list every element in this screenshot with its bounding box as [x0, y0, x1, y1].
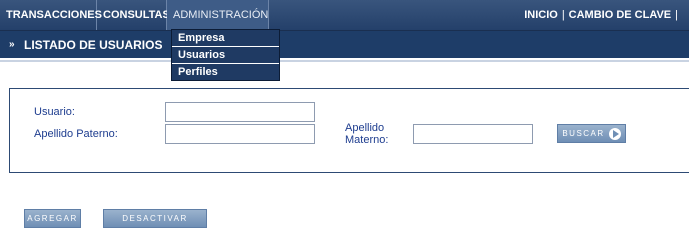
- usuario-input[interactable]: [165, 102, 315, 122]
- top-navigation-bar: TRANSACCIONES CONSULTAS ADMINISTRACIÓN I…: [0, 0, 689, 31]
- link-separator: |: [561, 9, 565, 21]
- desactivar-button[interactable]: DESACTIVAR: [103, 209, 207, 228]
- buscar-label: BUSCAR: [562, 129, 605, 138]
- administracion-dropdown-menu: Empresa Usuarios Perfiles: [171, 29, 280, 81]
- inicio-link[interactable]: INICIO: [524, 9, 558, 21]
- nav-consultas[interactable]: CONSULTAS: [97, 0, 170, 30]
- double-arrow-icon: »: [9, 39, 15, 50]
- buscar-button[interactable]: BUSCAR: [557, 124, 626, 143]
- nav-transacciones[interactable]: TRANSACCIONES: [0, 0, 102, 30]
- nav-administracion[interactable]: ADMINISTRACIÓN: [167, 0, 269, 30]
- menu-item-perfiles[interactable]: Perfiles: [172, 64, 279, 80]
- menu-item-usuarios[interactable]: Usuarios: [172, 47, 279, 64]
- title-divider: [0, 60, 689, 62]
- apellido-materno-label-line2: Materno:: [345, 134, 389, 146]
- apellido-materno-label-line1: Apellido: [345, 122, 385, 134]
- apellido-paterno-label: Apellido Paterno:: [34, 128, 118, 140]
- usuario-label: Usuario:: [34, 106, 75, 118]
- agregar-button[interactable]: AGREGAR: [24, 209, 81, 228]
- apellido-paterno-input[interactable]: [165, 124, 315, 144]
- section-title-bar: » LISTADO DE USUARIOS: [0, 31, 689, 62]
- play-icon: [609, 128, 621, 140]
- apellido-materno-input[interactable]: [413, 124, 533, 144]
- menu-item-empresa[interactable]: Empresa: [172, 30, 279, 47]
- link-separator-end: |: [675, 9, 678, 21]
- page-title: LISTADO DE USUARIOS: [24, 38, 163, 52]
- top-right-links: INICIO | CAMBIO DE CLAVE |: [524, 0, 682, 30]
- cambio-clave-link[interactable]: CAMBIO DE CLAVE: [569, 9, 671, 21]
